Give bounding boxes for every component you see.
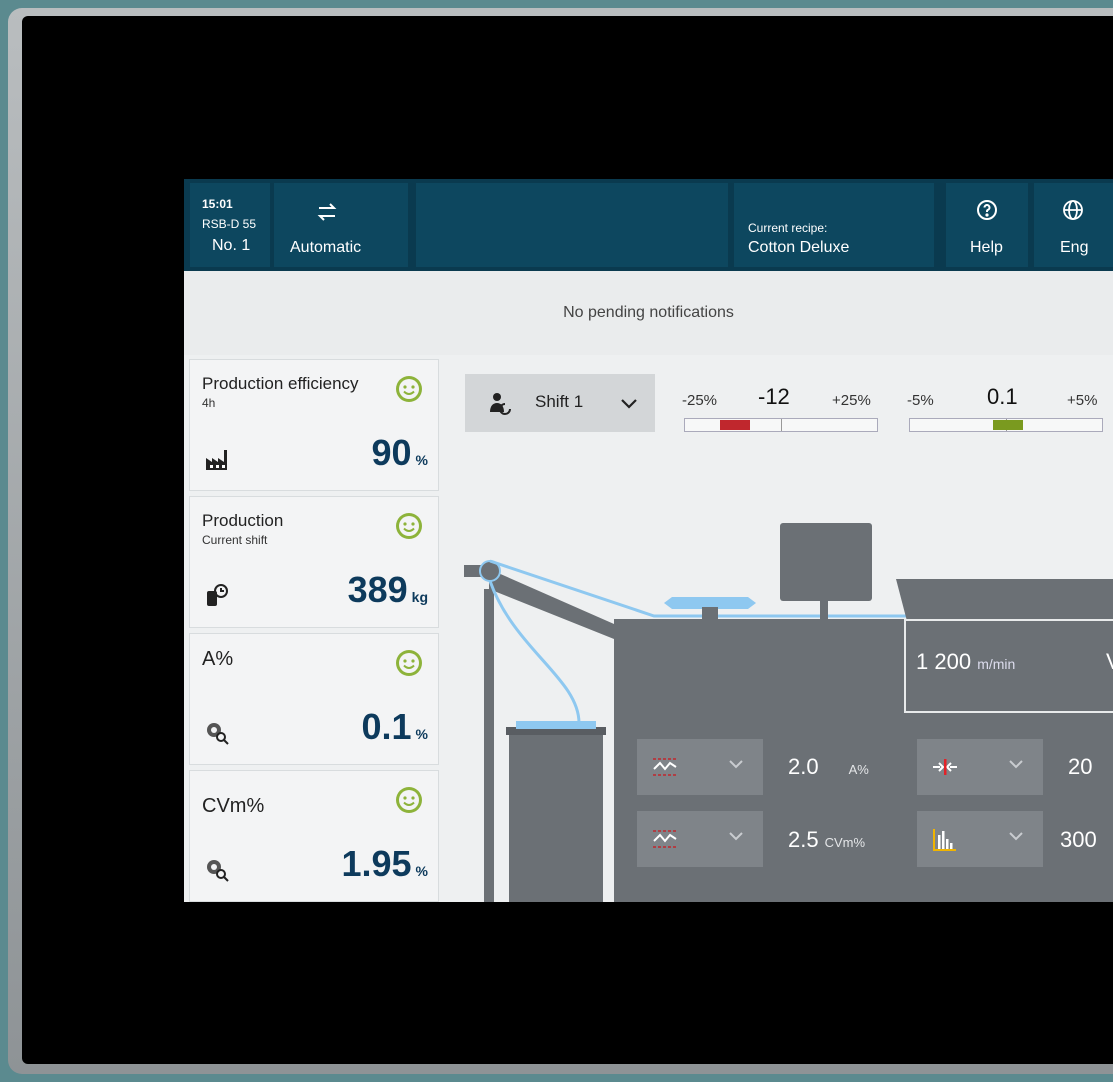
gauge-bar [909,418,1103,432]
draft-arrows-icon [933,759,957,775]
histogram-icon [933,829,956,851]
help-label: Help [970,239,1003,256]
control-selector-histogram[interactable] [917,811,1043,867]
shift-label: Shift 1 [535,392,584,411]
mode-label: Automatic [290,239,362,256]
kpi-subtitle: 4h [202,396,216,410]
swap-arrows-icon [317,203,337,221]
shift-worker-icon [490,393,511,415]
machine-number: No. 1 [212,237,251,254]
smiley-happy-icon [396,376,422,402]
notification-bar: No pending notifications [184,271,1113,355]
gauge-value: 0.1 [987,384,1018,409]
control-value-cvm-percent: 2.5 CVm% [788,827,866,852]
gauge-value: -12 [758,384,790,409]
globe-icon [1063,200,1083,220]
chevron-down-icon [1009,832,1023,841]
machine-monitor [780,523,872,601]
deviation-chart-icon [653,758,677,776]
clock: 15:01 [202,197,233,211]
recipe-name: Cotton Deluxe [748,239,850,256]
kpi-value: 90% [371,432,429,473]
machine-hmi: 15:01 RSB-D 55 No. 1 Automatic Current r… [184,179,1113,902]
recipe-panel[interactable]: Current recipe: Cotton Deluxe [734,183,934,267]
chevron-down-icon [729,760,743,769]
creel-post [484,589,494,902]
control-value-draft: 20 [1068,754,1093,779]
sliver-in-can [516,721,596,729]
gauge-low-label: -25% [682,392,718,409]
gauge-center-tick [781,419,782,431]
top-bar: 15:01 RSB-D 55 No. 1 Automatic Current r… [184,179,1113,271]
factory-icon [206,450,227,470]
chevron-down-icon [729,832,743,841]
control-selector-cvm-percent[interactable] [637,811,763,867]
gauge-high-label: +25% [832,392,871,409]
shift-selector[interactable]: Shift 1 [465,374,655,432]
machine-id-panel: 15:01 RSB-D 55 No. 1 [190,183,270,267]
sliver-can [509,731,603,902]
delivery-speed-display: 1 200 m/min V [904,619,1113,713]
control-value-a-percent: 2.0 A% [788,754,869,779]
chevron-down-icon [1009,760,1023,769]
mode-button[interactable]: Automatic [274,183,408,267]
speed-value: 1 200 m/min [916,649,1016,674]
control-selector-a-percent[interactable] [637,739,763,795]
help-button[interactable]: Help [946,183,1028,267]
control-value-histogram: 300 [1060,827,1097,852]
kpi-card-efficiency[interactable]: Production efficiency 4h 90% [189,359,439,491]
chevron-down-icon [621,399,637,409]
header-spacer [416,183,728,267]
gauge-low-label: -5% [907,392,934,409]
language-label: Eng [1060,239,1089,256]
language-button[interactable]: Eng [1034,183,1113,267]
gauge-bar [684,418,878,432]
machine-model: RSB-D 55 [202,217,257,231]
tolerance-gauge-1: -25% -12 +25% [682,384,882,444]
gauge-fill [719,420,750,430]
control-selector-draft[interactable] [917,739,1043,795]
speed-extra-label: V [1106,649,1113,675]
help-icon [977,200,997,220]
kpi-title: Production efficiency [202,374,359,393]
gauge-high-label: +5% [1067,392,1098,409]
recipe-caption: Current recipe: [748,221,828,235]
tolerance-gauge-2: -5% 0.1 +5% [907,384,1107,444]
gauge-fill [992,420,1023,430]
feed-ramp [489,569,614,639]
notification-text: No pending notifications [563,304,734,321]
deviation-chart-icon [653,830,677,848]
